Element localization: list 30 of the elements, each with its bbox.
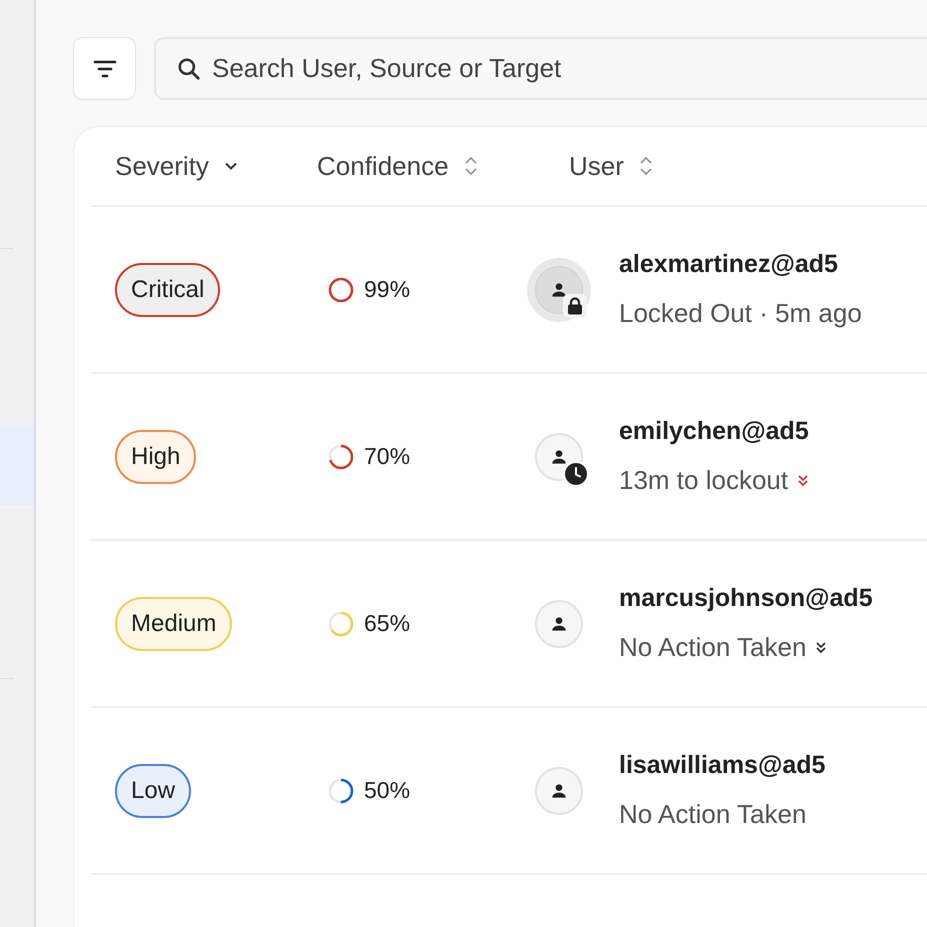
user-status: Locked Out · 5m ago — [619, 296, 862, 330]
user-status: No Action Taken — [619, 798, 806, 831]
severity-badge: High — [115, 430, 196, 484]
severity-badge: Low — [115, 764, 192, 818]
filter-button[interactable] — [73, 37, 136, 100]
confidence-value: 99% — [364, 275, 410, 304]
severity-badge: Medium — [115, 596, 232, 650]
user-status: 13m to lockout — [619, 464, 788, 497]
user-status: No Action Taken — [619, 630, 806, 664]
user-email: marcusjohnson@ad5 — [619, 583, 873, 614]
user-email: emilychen@ad5 — [619, 416, 810, 448]
sort-icon — [462, 155, 479, 177]
search-icon — [176, 56, 202, 82]
search-input[interactable]: Search User, Source or Target — [212, 49, 927, 88]
confidence-ring — [328, 276, 354, 302]
confidence-ring — [328, 444, 354, 470]
user-email: lisawilliams@ad5 — [619, 750, 826, 782]
confidence-ring — [328, 610, 354, 636]
confidence-ring — [328, 778, 354, 804]
column-header[interactable]: Severity — [115, 146, 239, 186]
search-field[interactable]: Search User, Source or Target — [154, 37, 927, 100]
confidence-value: 50% — [364, 776, 410, 806]
sort-icon — [638, 155, 654, 177]
severity-badge: Critical — [115, 262, 220, 316]
column-header[interactable]: Confidence — [317, 146, 479, 186]
confidence-value: 65% — [364, 609, 410, 638]
user-email: alexmartinez@ad5 — [619, 249, 839, 280]
lock-icon — [563, 294, 587, 318]
column-header[interactable]: User — [569, 146, 654, 186]
confidence-value: 70% — [364, 442, 410, 472]
